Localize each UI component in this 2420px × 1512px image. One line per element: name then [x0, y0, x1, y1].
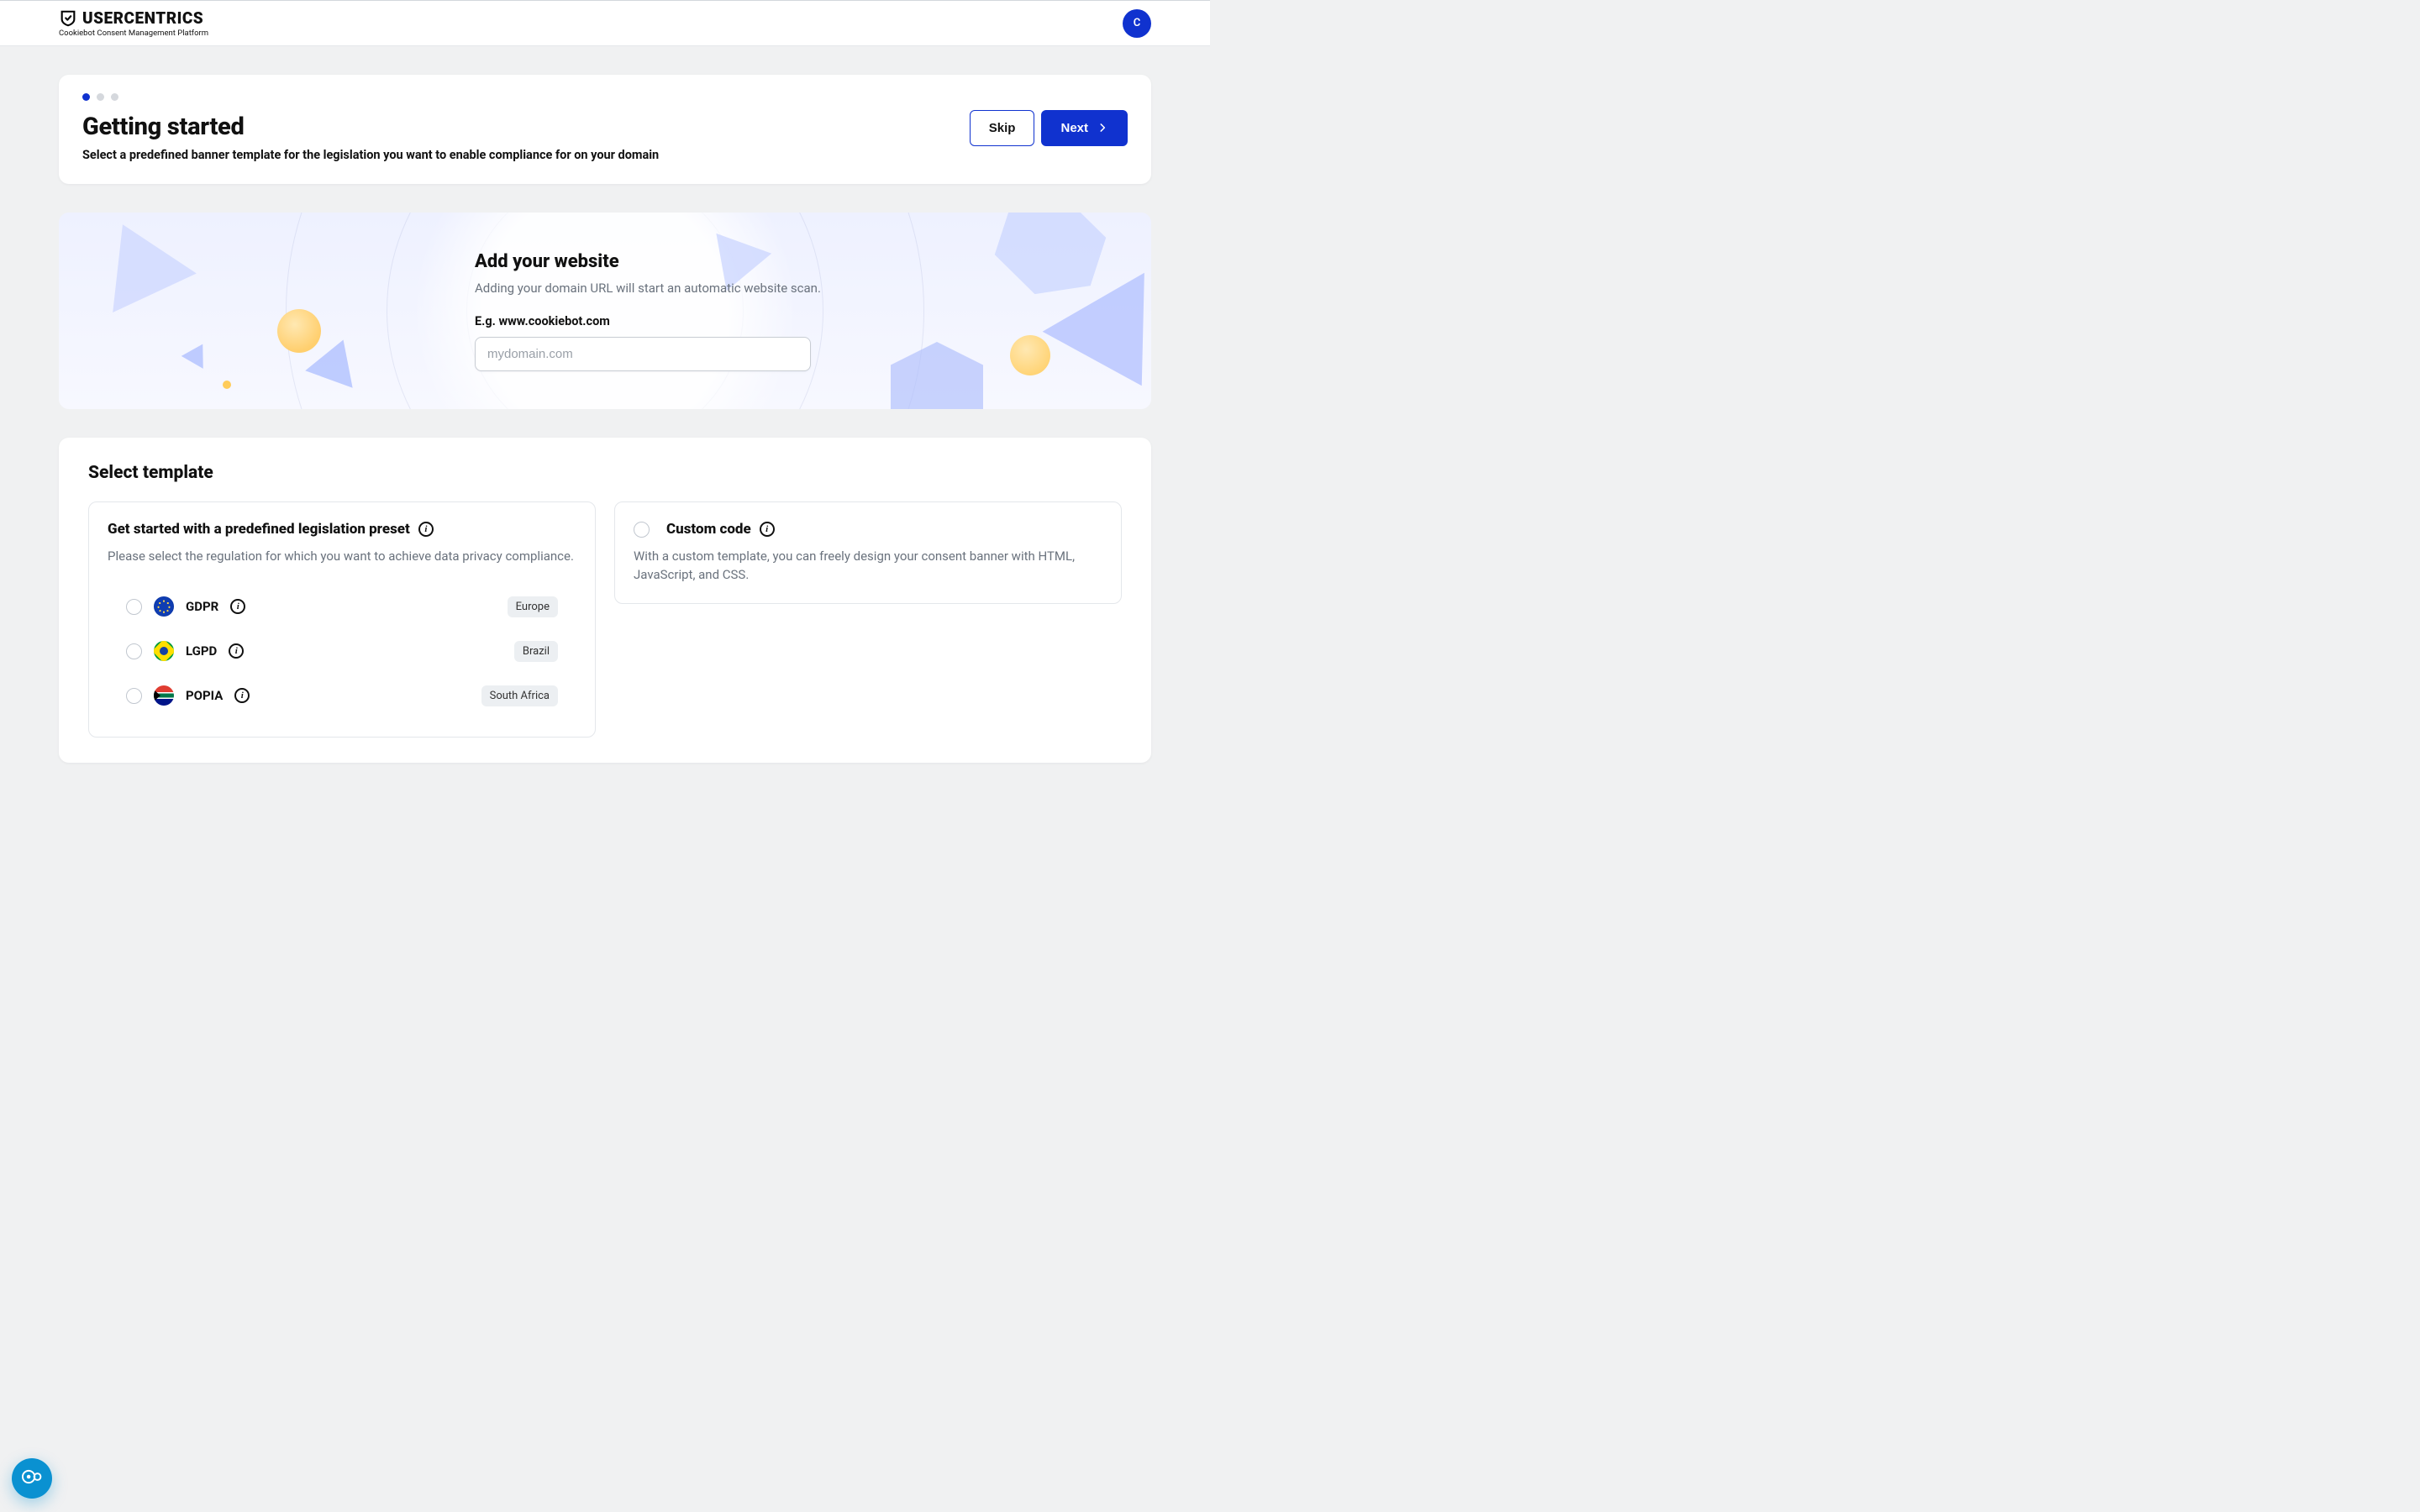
radio-custom[interactable]	[634, 522, 650, 538]
regulation-name: LGPD	[186, 643, 217, 659]
page-subtitle: Select a predefined banner template for …	[82, 148, 659, 162]
brand-subtitle: Cookiebot Consent Management Platform	[59, 29, 208, 38]
regulation-option-gdpr[interactable]: GDPR i Europe	[108, 585, 576, 629]
step-dot-1	[82, 93, 90, 101]
info-icon[interactable]: i	[760, 522, 775, 537]
brand-word: USERCENTRICS	[82, 8, 203, 28]
wizard-header: Getting started Select a predefined bann…	[59, 75, 1151, 184]
chevron-right-icon	[1097, 122, 1108, 134]
cookiebot-icon	[21, 1466, 43, 1491]
radio-lgpd[interactable]	[126, 643, 142, 659]
region-badge: South Africa	[481, 685, 558, 706]
regulation-name: POPIA	[186, 688, 223, 703]
flag-brazil-icon	[154, 641, 174, 661]
custom-panel-desc: With a custom template, you can freely d…	[634, 548, 1102, 585]
step-dots	[82, 93, 659, 101]
select-template-title: Select template	[88, 463, 1122, 483]
preset-panel-desc: Please select the regulation for which y…	[108, 548, 576, 566]
region-badge: Europe	[508, 596, 558, 617]
next-button[interactable]: Next	[1041, 110, 1128, 146]
hero-title: Add your website	[475, 251, 821, 272]
select-template-section: Select template Get started with a prede…	[59, 438, 1151, 763]
custom-code-panel[interactable]: Custom code i With a custom template, yo…	[614, 501, 1122, 604]
flag-eu-icon	[154, 596, 174, 617]
topbar: USERCENTRICS Cookiebot Consent Managemen…	[0, 0, 1210, 46]
info-icon[interactable]: i	[418, 522, 434, 537]
info-icon[interactable]: i	[230, 599, 245, 614]
skip-button[interactable]: Skip	[970, 110, 1035, 146]
shield-icon	[59, 9, 77, 28]
info-icon[interactable]: i	[229, 643, 244, 659]
page-title: Getting started	[82, 113, 659, 141]
regulation-name: GDPR	[186, 599, 218, 614]
preset-panel-title: Get started with a predefined legislatio…	[108, 521, 410, 538]
custom-panel-title: Custom code	[666, 521, 751, 538]
region-badge: Brazil	[514, 641, 558, 662]
radio-popia[interactable]	[126, 688, 142, 704]
brand: USERCENTRICS Cookiebot Consent Managemen…	[59, 8, 208, 38]
cookiebot-launcher[interactable]	[12, 1458, 52, 1499]
hero-subtitle: Adding your domain URL will start an aut…	[475, 281, 821, 296]
radio-gdpr[interactable]	[126, 599, 142, 615]
skip-button-label: Skip	[989, 121, 1016, 135]
step-dot-2	[97, 93, 104, 101]
info-icon[interactable]: i	[234, 688, 250, 703]
regulation-option-lgpd[interactable]: LGPD i Brazil	[108, 629, 576, 674]
regulation-option-popia[interactable]: POPIA i South Africa	[108, 674, 576, 718]
step-dot-3	[111, 93, 118, 101]
next-button-label: Next	[1060, 121, 1088, 135]
flag-south-africa-icon	[154, 685, 174, 706]
avatar[interactable]: C	[1123, 9, 1151, 38]
domain-input-label: E.g. www.cookiebot.com	[475, 314, 821, 328]
preset-panel: Get started with a predefined legislatio…	[88, 501, 596, 738]
add-website-hero: Add your website Adding your domain URL …	[59, 213, 1151, 409]
domain-input[interactable]	[475, 337, 811, 371]
